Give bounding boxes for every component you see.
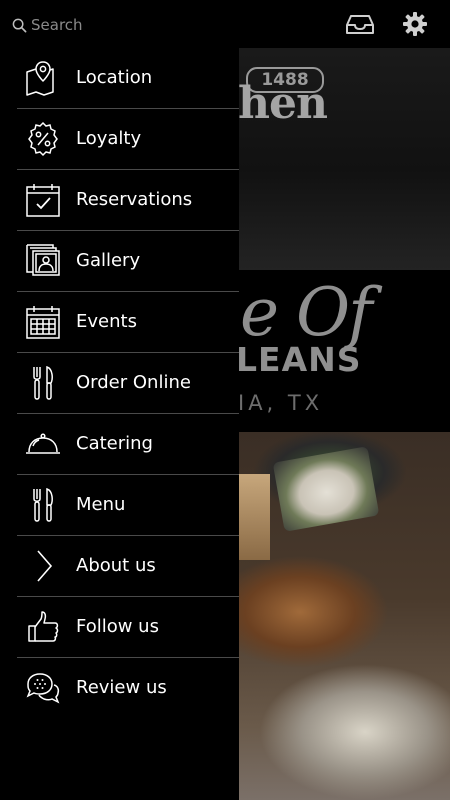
fork-knife-icon <box>25 487 61 523</box>
menu-label: Menu <box>76 494 126 515</box>
menu-item-location[interactable]: Location <box>17 48 239 109</box>
fork-knife-icon <box>25 365 61 401</box>
thumbs-up-icon <box>25 609 61 645</box>
search-placeholder: Search <box>31 16 83 34</box>
menu-label: Reservations <box>76 189 193 210</box>
map-pin-icon <box>25 60 61 96</box>
menu-label: Catering <box>76 433 153 454</box>
chevron-right-icon <box>25 548 61 584</box>
calendar-grid-icon <box>25 304 61 340</box>
menu-item-reservations[interactable]: Reservations <box>17 170 239 231</box>
settings-button[interactable] <box>401 10 429 38</box>
chat-bubbles-icon <box>25 670 61 706</box>
menu-item-order-online[interactable]: Order Online <box>17 353 239 414</box>
menu-label: Loyalty <box>76 128 142 149</box>
menu-item-events[interactable]: Events <box>17 292 239 353</box>
search-icon <box>12 18 27 32</box>
menu-item-review-us[interactable]: Review us <box>17 658 239 718</box>
menu-item-loyalty[interactable]: Loyalty <box>17 109 239 170</box>
menu-item-about-us[interactable]: About us <box>17 536 239 597</box>
cloche-icon <box>25 426 61 462</box>
menu-label: Order Online <box>76 372 191 393</box>
top-bar: Search <box>0 0 450 48</box>
menu-item-follow-us[interactable]: Follow us <box>17 597 239 658</box>
calendar-check-icon <box>25 182 61 218</box>
inbox-button[interactable] <box>346 10 374 38</box>
drawer-menu: Location Loyalty Reservations Gallery Ev… <box>17 48 239 718</box>
gear-icon <box>403 12 427 36</box>
inbox-icon <box>346 15 374 34</box>
food-plate-image <box>238 474 270 560</box>
restaurant-city: IA, TX <box>238 391 324 415</box>
menu-label: About us <box>76 555 156 576</box>
search-field[interactable]: Search <box>12 14 83 36</box>
percent-badge-icon <box>25 121 61 157</box>
restaurant-title: LEANS <box>236 340 362 379</box>
photo-stack-icon <box>25 243 61 279</box>
logo-wordmark: hen <box>238 78 328 129</box>
menu-label: Follow us <box>76 616 159 637</box>
menu-item-catering[interactable]: Catering <box>17 414 239 475</box>
menu-label: Events <box>76 311 137 332</box>
menu-label: Gallery <box>76 250 141 271</box>
menu-label: Location <box>76 67 153 88</box>
menu-label: Review us <box>76 677 167 698</box>
navigation-drawer: Location Loyalty Reservations Gallery Ev… <box>0 48 239 800</box>
menu-item-menu[interactable]: Menu <box>17 475 239 536</box>
menu-item-gallery[interactable]: Gallery <box>17 231 239 292</box>
